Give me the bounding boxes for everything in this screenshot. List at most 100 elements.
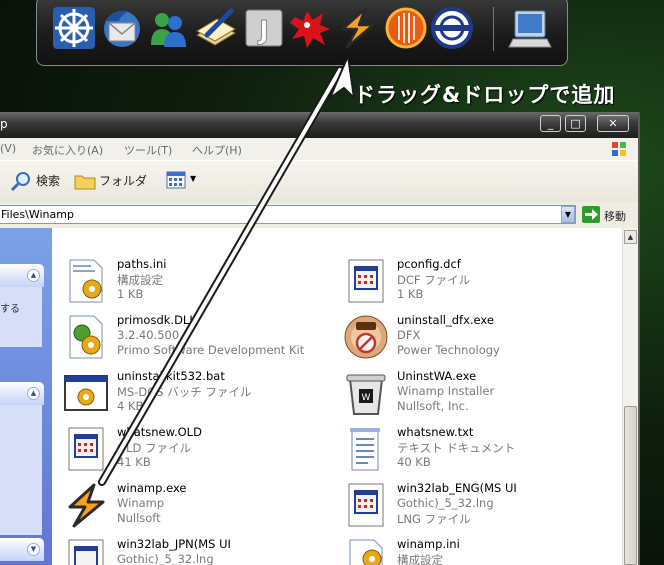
file-name: paths.ini [117,257,167,271]
task-section-header[interactable]: ▼ [0,538,44,561]
file-item[interactable]: pconfig.dcf DCF ファイル 1 KB [332,254,612,310]
emblem-icon[interactable] [429,5,475,51]
views-icon[interactable] [166,171,188,191]
dll-icon [62,313,110,361]
file-info: 1 KB [117,287,144,301]
views-dropdown-icon[interactable]: ▼ [190,174,196,183]
j-app-icon[interactable]: J [241,5,287,51]
file-info: Nullsoft, Inc. [397,399,469,413]
file-info: 41 KB [117,455,151,469]
file-info: 4 KB [117,399,144,413]
go-arrow-icon[interactable] [582,206,600,223]
firefox-icon[interactable] [383,5,429,51]
dfx-disc-icon [342,313,390,361]
task-section-body: する [0,287,42,347]
file-item[interactable]: winamp.exe Winamp Nullsoft [52,478,332,534]
ini-icon [62,257,110,305]
file-item[interactable]: paths.ini 構成設定 1 KB [52,254,332,310]
file-type: Winamp Installer [397,384,495,398]
document-icon [62,425,110,473]
search-button[interactable]: 検索 [36,172,60,189]
toolbar: 検索 フォルダ ▼ [0,160,638,204]
file-type: Gothic)_5_32.lng [117,552,214,565]
go-button[interactable]: 移動 [604,208,626,224]
file-info: LNG ファイル [397,512,471,526]
file-name: whatsnew.OLD [117,425,202,439]
red-splat-icon[interactable] [287,5,333,51]
close-button[interactable]: ✕ [597,115,629,132]
file-info: Power Technology [397,343,500,357]
file-item[interactable]: whatsnew.txt テキスト ドキュメント 40 KB [332,422,612,478]
address-dropdown-icon[interactable]: ▼ [561,206,575,223]
svg-text:W: W [362,393,371,403]
collapse-icon[interactable]: ▲ [27,387,40,400]
dock-separator [493,7,494,51]
vertical-scrollbar[interactable]: ▲ [622,228,638,565]
file-type: OLD ファイル [117,441,191,455]
file-item[interactable]: whatsnew.OLD OLD ファイル 41 KB [52,422,332,478]
file-type: テキスト ドキュメント [397,441,516,455]
thunderbird-icon[interactable] [99,5,145,51]
task-pane: ▲ する ▲ ▼ [0,228,52,565]
file-info: 40 KB [397,455,431,469]
menu-help[interactable]: ヘルプ(H) [192,142,242,158]
title-bar: p _ □ ✕ [0,112,638,138]
winamp-icon[interactable] [335,5,381,51]
menu-tools[interactable]: ツール(T) [124,142,172,158]
task-section-header[interactable]: ▲ [0,264,44,287]
svg-text:J: J [257,16,269,46]
file-list: paths.ini 構成設定 1 KB pconfig.dcf DCF ファイル… [52,228,622,565]
task-text[interactable]: する [0,300,20,315]
menu-favorites[interactable]: お気に入り(A) [32,142,103,158]
file-item[interactable]: uninstall_dfx.exe DFX Power Technology [332,310,612,366]
scroll-thumb[interactable] [624,406,637,565]
file-item[interactable]: win32lab_JPN(MS UI Gothic)_5_32.lng [52,534,332,565]
menu-bar: (V) お気に入り(A) ツール(T) ヘルプ(H) [0,138,638,160]
folder-icon [74,175,96,190]
ini-icon [342,537,390,565]
file-type: 構成設定 [397,553,443,565]
file-name: uninstallkit532.bat [117,369,225,383]
file-type: MS-DOS バッチ ファイル [117,385,252,399]
recycle-bin-icon: W [342,369,390,417]
notepad-pen-icon[interactable] [193,5,239,51]
document-icon [342,481,390,529]
search-icon [10,172,30,192]
file-type: DCF ファイル [397,273,471,287]
file-name: winamp.exe [117,481,187,495]
task-section-header[interactable]: ▲ [0,382,44,405]
file-info: Nullsoft [117,511,161,525]
file-name: pconfig.dcf [397,257,461,271]
file-item[interactable]: primosdk.DLL 3.2.40.500 Primo Software D… [52,310,332,366]
scroll-up-icon[interactable]: ▲ [624,230,637,244]
drag-drop-instruction: ドラッグ&ドロップで追加 [354,83,616,107]
winamp-icon [62,481,110,529]
file-info: 1 KB [397,287,424,301]
file-item[interactable]: uninstallkit532.bat MS-DOS バッチ ファイル 4 KB [52,366,332,422]
file-name: whatsnew.txt [397,425,474,439]
document-icon [342,257,390,305]
windows-flag-icon [612,142,626,156]
file-name: winamp.ini [397,537,460,551]
helm-icon[interactable] [51,5,97,51]
file-item[interactable]: winamp.ini 構成設定 [332,534,612,565]
file-name: primosdk.DLL [117,313,196,327]
folders-button[interactable]: フォルダ [99,172,147,189]
file-item[interactable]: W UninstWA.exe Winamp Installer Nullsoft… [332,366,612,422]
text-file-icon [342,425,390,473]
window-title: p [0,117,8,131]
file-type: DFX [397,328,421,342]
messenger-icon[interactable] [145,5,191,51]
file-name: uninstall_dfx.exe [397,313,494,327]
file-type: Gothic)_5_32.lng [397,496,494,510]
expand-icon[interactable]: ▼ [27,543,40,556]
file-type: Winamp [117,496,165,510]
minimize-button[interactable]: _ [540,115,561,132]
address-input[interactable]: Files\Winamp [0,205,576,224]
computer-icon[interactable] [507,5,553,51]
collapse-icon[interactable]: ▲ [27,269,40,282]
file-type: 3.2.40.500 [117,328,180,342]
menu-view[interactable]: (V) [0,142,16,155]
maximize-button[interactable]: □ [565,115,586,132]
file-item[interactable]: win32lab_ENG(MS UI Gothic)_5_32.lng LNG … [332,478,612,534]
